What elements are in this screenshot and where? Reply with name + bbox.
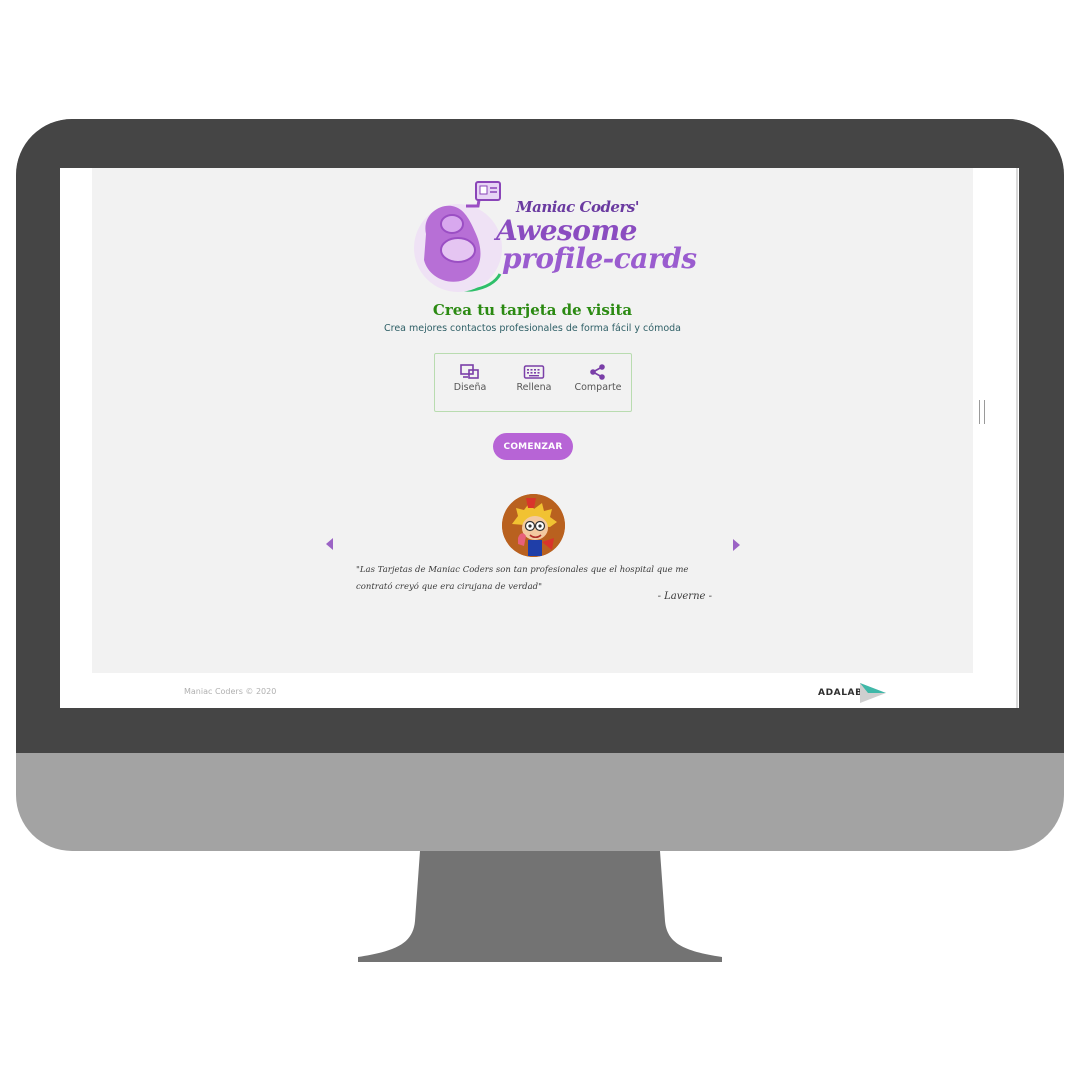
scrollbar-grip[interactable] <box>979 400 985 424</box>
step-share: Comparte <box>565 364 631 393</box>
avatar-illustration <box>502 494 565 557</box>
monitor-stand <box>358 851 722 962</box>
logo-line-3: profile-cards <box>502 242 697 275</box>
steps-box: Diseña Rellena Comparte <box>434 353 632 412</box>
carousel-next-arrow-icon[interactable] <box>733 539 740 551</box>
footer-copyright: Maniac Coders © 2020 <box>184 687 277 696</box>
step-design: Diseña <box>437 364 503 393</box>
step-label-share: Comparte <box>574 382 622 393</box>
carousel-prev-arrow-icon[interactable] <box>326 538 333 550</box>
app-logo: Maniac Coders' Awesome profile-cards <box>408 176 697 298</box>
page-subtitle: Crea mejores contactos profesionales de … <box>383 323 681 334</box>
design-icon <box>460 364 479 379</box>
keyboard-icon <box>523 365 545 379</box>
testimonial-avatar <box>502 494 565 557</box>
adalab-logo[interactable]: ADALAB <box>818 682 888 704</box>
step-fill: Rellena <box>501 364 567 393</box>
step-label-fill: Rellena <box>516 382 552 393</box>
step-label-design: Diseña <box>453 382 487 393</box>
share-icon <box>590 364 605 380</box>
adalab-triangle-icon <box>860 683 886 703</box>
browser-screen: Maniac Coders' Awesome profile-cards Cre… <box>60 168 1019 708</box>
page-title: Crea tu tarjeta de visita <box>432 301 633 319</box>
page-footer: Maniac Coders © 2020 ADALAB <box>92 673 973 708</box>
testimonial-author: - Laverne - <box>657 591 712 602</box>
adalab-logo-text: ADALAB <box>818 688 863 698</box>
scrollbar-track[interactable] <box>1016 168 1018 708</box>
start-button[interactable]: COMENZAR <box>493 433 573 460</box>
